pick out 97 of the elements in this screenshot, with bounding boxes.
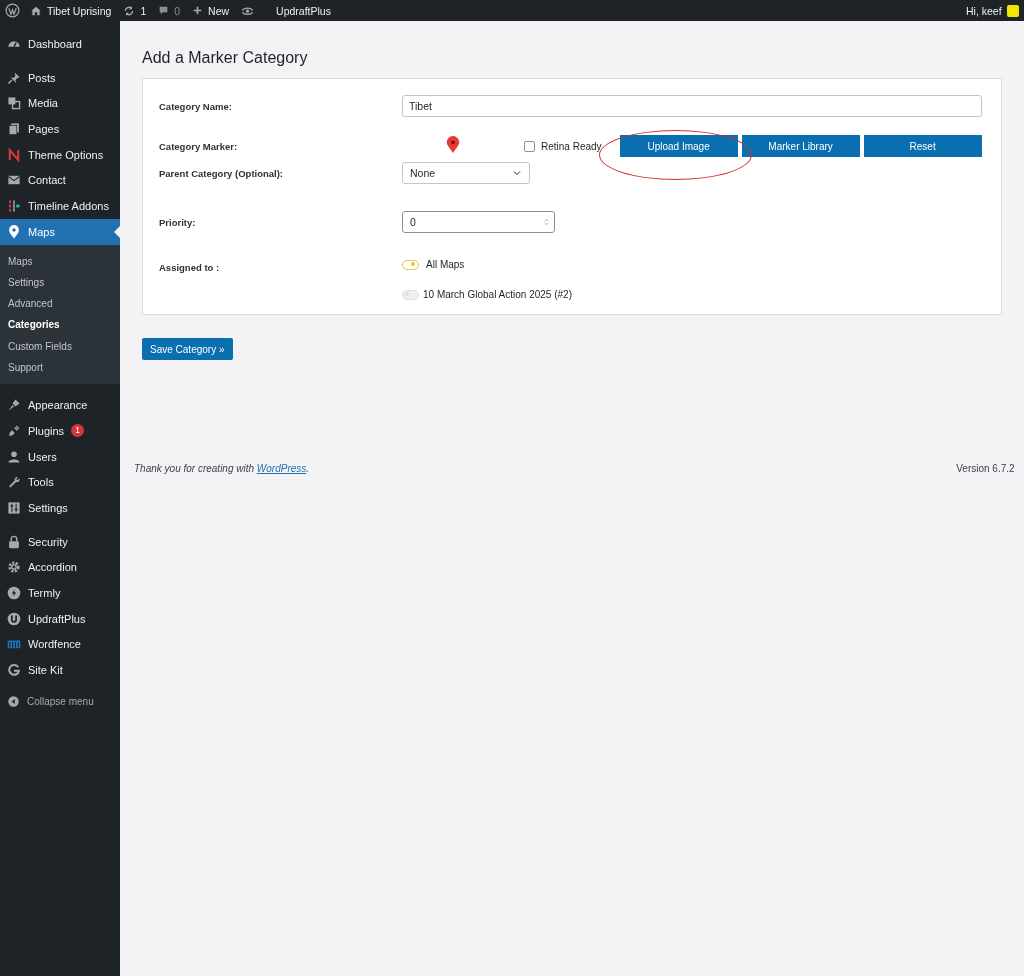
menu-item[interactable]: Plugins 1 [0,417,120,444]
submenu-item[interactable]: Categories [0,314,120,336]
arc-logo-icon [7,663,21,677]
menu-label: Plugins [28,424,65,437]
account-link[interactable]: Hi, keef [966,4,1002,17]
gear-icon [7,560,21,575]
menu-label: Site Kit [28,664,63,676]
media-icon [7,96,21,111]
menu-label: Media [28,97,58,110]
retina-ready-checkbox[interactable]: Retina Ready [524,140,602,152]
menu-item[interactable]: Tools [0,469,120,496]
collapse-menu-button[interactable]: Collapse menu [0,690,120,713]
lock-icon [7,534,21,549]
menu-label: Termly [28,586,61,599]
updraftplus-link[interactable]: UpdraftPlus [276,4,331,17]
category-name-field[interactable]: Tibet [402,95,982,117]
field-label: Category Marker: [159,140,239,152]
menu-item[interactable]: Accordion [0,554,120,581]
version-text: Version 6.7.2 [956,463,1015,474]
menu-item[interactable]: Contact [0,167,120,194]
brush-icon [7,398,21,413]
spinner-arrows-icon [542,216,551,228]
menu-label: Contact [28,174,66,187]
menu-item[interactable]: Pages [0,116,120,142]
site-name-link[interactable]: Tibet Uprising [30,4,112,17]
menu-label: Security [28,535,68,548]
updates-link[interactable]: 1 [123,4,147,17]
menu-label: Settings [28,501,68,514]
menu-label: Users [28,450,57,463]
user-icon [7,449,21,464]
eye-icon[interactable] [241,4,255,17]
menu-label: Tools [28,476,54,489]
reset-button[interactable]: Reset [863,135,982,157]
menu-item[interactable]: Site Kit [0,657,120,683]
circle-logo-icon [7,611,21,626]
menu-item[interactable]: Termly [0,580,120,606]
save-category-button[interactable]: Save Category » [142,338,233,360]
menu-item[interactable]: Maps [0,218,120,245]
menu-label: UpdraftPlus [28,612,86,625]
field-label: Priority: [159,216,197,228]
menu-label: Appearance [28,399,88,412]
menu-label: Posts [28,71,56,84]
logo-icon [7,147,21,162]
menu-item[interactable]: Appearance [0,392,120,418]
menu-item[interactable]: Theme Options [0,141,120,168]
map-toggle[interactable]: 10 March Global Action 2025 (#2) [402,289,572,300]
wordpress-logo-icon[interactable] [5,3,20,18]
menu-label: Pages [28,122,60,135]
plus-icon [192,5,204,16]
circle-logo-icon [7,585,21,600]
sliders-icon [7,500,21,515]
update-count-badge: 1 [71,424,85,438]
field-label: Assigned to : [159,261,221,273]
avatar-icon [1006,4,1019,17]
chevron-down-icon [512,168,522,178]
menu-item[interactable]: Settings [0,495,120,521]
page-title: Add a Marker Category [142,49,309,67]
footer-text: Thank you for creating with WordPress. [134,463,310,474]
menu-label: Timeline Addons [28,199,109,212]
menu-item[interactable]: Posts [0,64,120,91]
submenu-item[interactable]: Advanced [0,293,120,315]
menu-item[interactable]: Wordfence [0,631,120,658]
submenu-item[interactable]: Settings [0,271,120,294]
home-icon [30,4,42,17]
menu-label: Accordion [28,561,77,574]
menu-item[interactable]: Security [0,528,120,555]
comments-link[interactable]: 0 [158,4,181,17]
map-marker-icon [446,133,460,155]
field-label: Parent Category (Optional): [159,167,285,179]
collapse-icon [7,695,20,709]
submenu-item[interactable]: Maps [0,250,120,272]
menu-item[interactable]: Users [0,443,120,470]
dots-icon [7,198,21,213]
menu-label: Maps [28,225,55,238]
plug-icon [7,423,21,438]
menu-item[interactable]: Timeline Addons [0,193,120,219]
marker-library-button[interactable]: Marker Library [741,135,860,157]
menu-item[interactable]: Dashboard [0,31,120,57]
field-label: Category Name: [159,100,233,112]
speech-bubble-icon [158,5,170,16]
new-link[interactable]: New [192,4,230,17]
menu-item[interactable]: Media [0,90,120,117]
menu-item[interactable]: UpdraftPlus [0,605,120,632]
upload-image-button[interactable]: Upload Image [619,135,738,157]
menu-label: Dashboard [28,37,82,50]
submenu-item[interactable]: Support [0,357,120,379]
priority-field[interactable]: 0 [402,211,555,233]
pushpin-icon [7,70,21,85]
menu-label: Theme Options [28,148,104,161]
pages-icon [7,121,21,136]
submenu-item[interactable]: Custom Fields [0,335,120,357]
location-pin-icon [7,224,21,239]
parent-category-dropdown[interactable]: None [402,162,530,184]
map-toggle[interactable]: All Maps [402,259,572,270]
menu-label: Wordfence [28,638,81,651]
refresh-icon [123,4,136,17]
wrench-icon [7,475,21,490]
